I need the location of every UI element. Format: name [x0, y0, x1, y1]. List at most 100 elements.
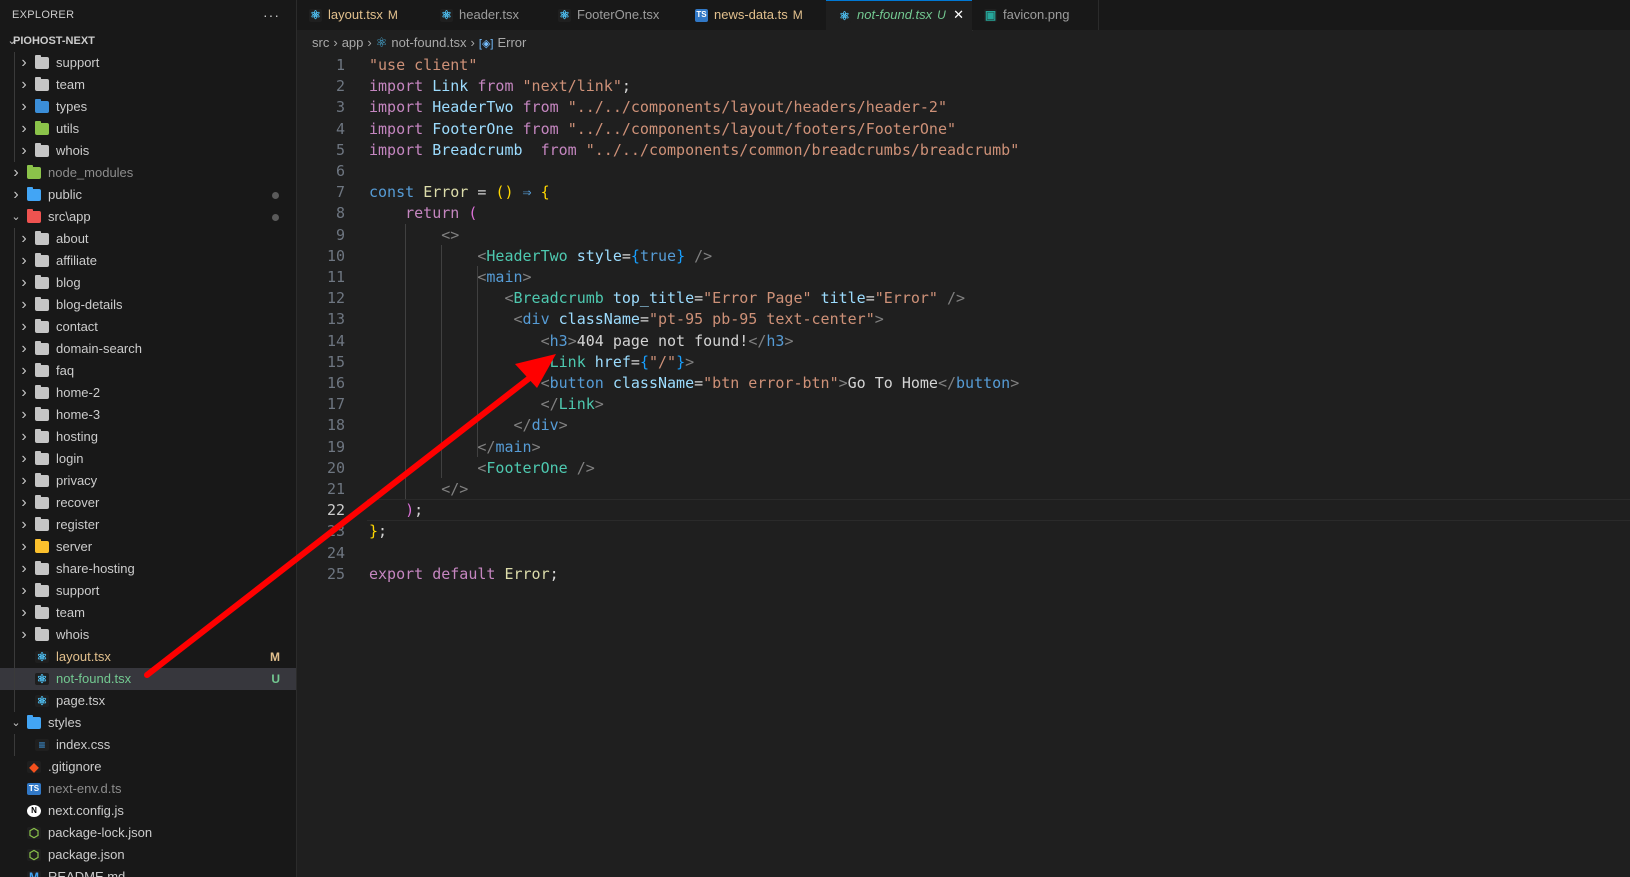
code-line[interactable]: 15 <Link href={"/"}>	[297, 351, 1630, 373]
tree-folder[interactable]: › faq	[0, 360, 296, 382]
tree-item-label: login	[56, 451, 84, 466]
tree-folder[interactable]: › team	[0, 74, 296, 96]
tree-file[interactable]: ⚛ not-found.tsx U	[0, 668, 296, 690]
tab-header-tsx[interactable]: ⚛ header.tsx	[428, 0, 547, 30]
code-line[interactable]: 17 </Link>	[297, 393, 1630, 415]
chevron-right-icon: ›	[21, 362, 27, 379]
tree-folder[interactable]: › whois	[0, 624, 296, 646]
breadcrumb-item[interactable]: src	[312, 35, 329, 50]
code-line[interactable]: 24	[297, 542, 1630, 564]
tree-file[interactable]: ⚛ page.tsx	[0, 690, 296, 712]
react-file-icon: ⚛	[558, 8, 571, 22]
line-number: 18	[326, 416, 345, 435]
code-content: <Link href={"/"}>	[369, 351, 695, 373]
tree-folder[interactable]: › blog-details	[0, 294, 296, 316]
indent-guide	[441, 244, 442, 478]
tree-folder[interactable]: › support	[0, 52, 296, 74]
tree-folder[interactable]: › domain-search	[0, 338, 296, 360]
line-number: 6	[335, 162, 345, 180]
breadcrumb-item[interactable]: app	[342, 35, 364, 50]
tree-item-label: blog	[56, 275, 81, 290]
code-line[interactable]: 25 export default Error;	[297, 563, 1630, 585]
folder-icon	[35, 583, 49, 597]
tree-file[interactable]: M README.md	[0, 866, 296, 877]
chevron-right-icon: ›	[21, 450, 27, 467]
tree-folder[interactable]: › blog	[0, 272, 296, 294]
breadcrumb-item[interactable]: not-found.tsx	[391, 35, 466, 50]
code-token: h3	[766, 331, 785, 350]
code-token: 404 page not found!	[576, 331, 749, 350]
code-line[interactable]: 11 <main>	[297, 266, 1630, 288]
tab-favicon-png[interactable]: ▣ favicon.png	[972, 0, 1099, 30]
code-line[interactable]: 18 </div>	[297, 414, 1630, 436]
more-actions-icon[interactable]: ···	[263, 0, 280, 30]
code-line[interactable]: 7 const Error = () ⇒ {	[297, 181, 1630, 203]
code-line[interactable]: 10 <HeaderTwo style={true} />	[297, 245, 1630, 267]
tree-folder[interactable]: › public	[0, 184, 296, 206]
code-line[interactable]: 23};	[297, 520, 1630, 542]
tree-folder[interactable]: › privacy	[0, 470, 296, 492]
code-token: =	[694, 289, 704, 308]
code-line[interactable]: 22 );	[297, 499, 1630, 522]
chevron-right-icon: ›	[13, 186, 19, 203]
code-line[interactable]: 6	[297, 160, 1630, 182]
line-number: 17	[326, 395, 345, 414]
tree-file[interactable]: Nnext.config.js	[0, 800, 296, 822]
code-line[interactable]: 19 </main>	[297, 436, 1630, 458]
tree-folder[interactable]: › utils	[0, 118, 296, 140]
tree-file[interactable]: ⬡ package.json	[0, 844, 296, 866]
tree-file[interactable]: TS next-env.d.ts	[0, 778, 296, 800]
tab-news-data-ts[interactable]: TS news-data.ts M	[683, 0, 827, 30]
tree-folder[interactable]: › home-2	[0, 382, 296, 404]
tab-footerone-tsx[interactable]: ⚛ FooterOne.tsx	[546, 0, 684, 30]
tree-folder[interactable]: › whois	[0, 140, 296, 162]
tree-folder[interactable]: › team	[0, 602, 296, 624]
tree-folder[interactable]: › share-hosting	[0, 558, 296, 580]
folder-icon	[35, 341, 49, 355]
tree-folder[interactable]: › recover	[0, 492, 296, 514]
tree-folder[interactable]: › support	[0, 580, 296, 602]
tree-folder[interactable]: › affiliate	[0, 250, 296, 272]
tree-folder[interactable]: › login	[0, 448, 296, 470]
tree-folder[interactable]: › hosting	[0, 426, 296, 448]
code-line[interactable]: 8 return (	[297, 202, 1630, 224]
code-line[interactable]: 12 <Breadcrumb top_title="Error Page" ti…	[297, 287, 1630, 309]
tab-layout-tsx[interactable]: ⚛ layout.tsx M	[297, 0, 429, 30]
code-line[interactable]: 1 "use client"	[297, 54, 1630, 76]
tree-folder[interactable]: › about	[0, 228, 296, 250]
code-editor[interactable]: 1 "use client" 2 import Link from "next/lin…	[297, 54, 1630, 877]
tree-folder[interactable]: › types	[0, 96, 296, 118]
code-line[interactable]: 4 import FooterOne from "../../components…	[297, 118, 1630, 140]
code-line[interactable]: 16 <button className="btn error-btn">Go …	[297, 372, 1630, 394]
tree-file[interactable]: ≡ index.css	[0, 734, 296, 756]
code-line[interactable]: 5 import Breadcrumb from "../../component…	[297, 139, 1630, 161]
folder-icon	[35, 517, 49, 531]
folder-icon	[35, 253, 49, 267]
code-line[interactable]: 14 <h3>404 page not found!</h3>	[297, 330, 1630, 352]
folder-icon	[35, 55, 49, 69]
code-line[interactable]: 9 <>	[297, 224, 1630, 246]
code-line[interactable]: 13 <div className="pt-95 pb-95 text-cent…	[297, 308, 1630, 330]
tree-folder[interactable]: › contact	[0, 316, 296, 338]
tab-not-found-tsx[interactable]: ⚛ not-found.tsx U ✕	[826, 0, 973, 31]
code-line[interactable]: 2 import Link from "next/link";	[297, 75, 1630, 97]
code-line[interactable]: 20 <FooterOne />	[297, 457, 1630, 479]
breadcrumb-item[interactable]: Error	[497, 35, 526, 50]
tree-folder[interactable]: ⌄ src\app	[0, 206, 296, 228]
tree-file[interactable]: ⬡ package-lock.json	[0, 822, 296, 844]
code-line[interactable]: 3 import HeaderTwo from "../../components…	[297, 96, 1630, 118]
tree-folder[interactable]: ⌄ styles	[0, 712, 296, 734]
tree-folder[interactable]: › register	[0, 514, 296, 536]
code-line[interactable]: 21 </>	[297, 478, 1630, 500]
tree-folder[interactable]: › server	[0, 536, 296, 558]
tree-file[interactable]: ◆ .gitignore	[0, 756, 296, 778]
tree-folder[interactable]: › home-3	[0, 404, 296, 426]
tree-file[interactable]: ⚛ layout.tsx M	[0, 646, 296, 668]
close-icon[interactable]: ✕	[953, 1, 964, 29]
code-content: );	[369, 499, 423, 521]
explorer-root[interactable]: ⌄ PIOHOST-NEXT	[0, 30, 296, 52]
code-token: <	[513, 310, 523, 329]
line-number: 25	[326, 564, 345, 583]
tree-folder[interactable]: › node_modules	[0, 162, 296, 184]
